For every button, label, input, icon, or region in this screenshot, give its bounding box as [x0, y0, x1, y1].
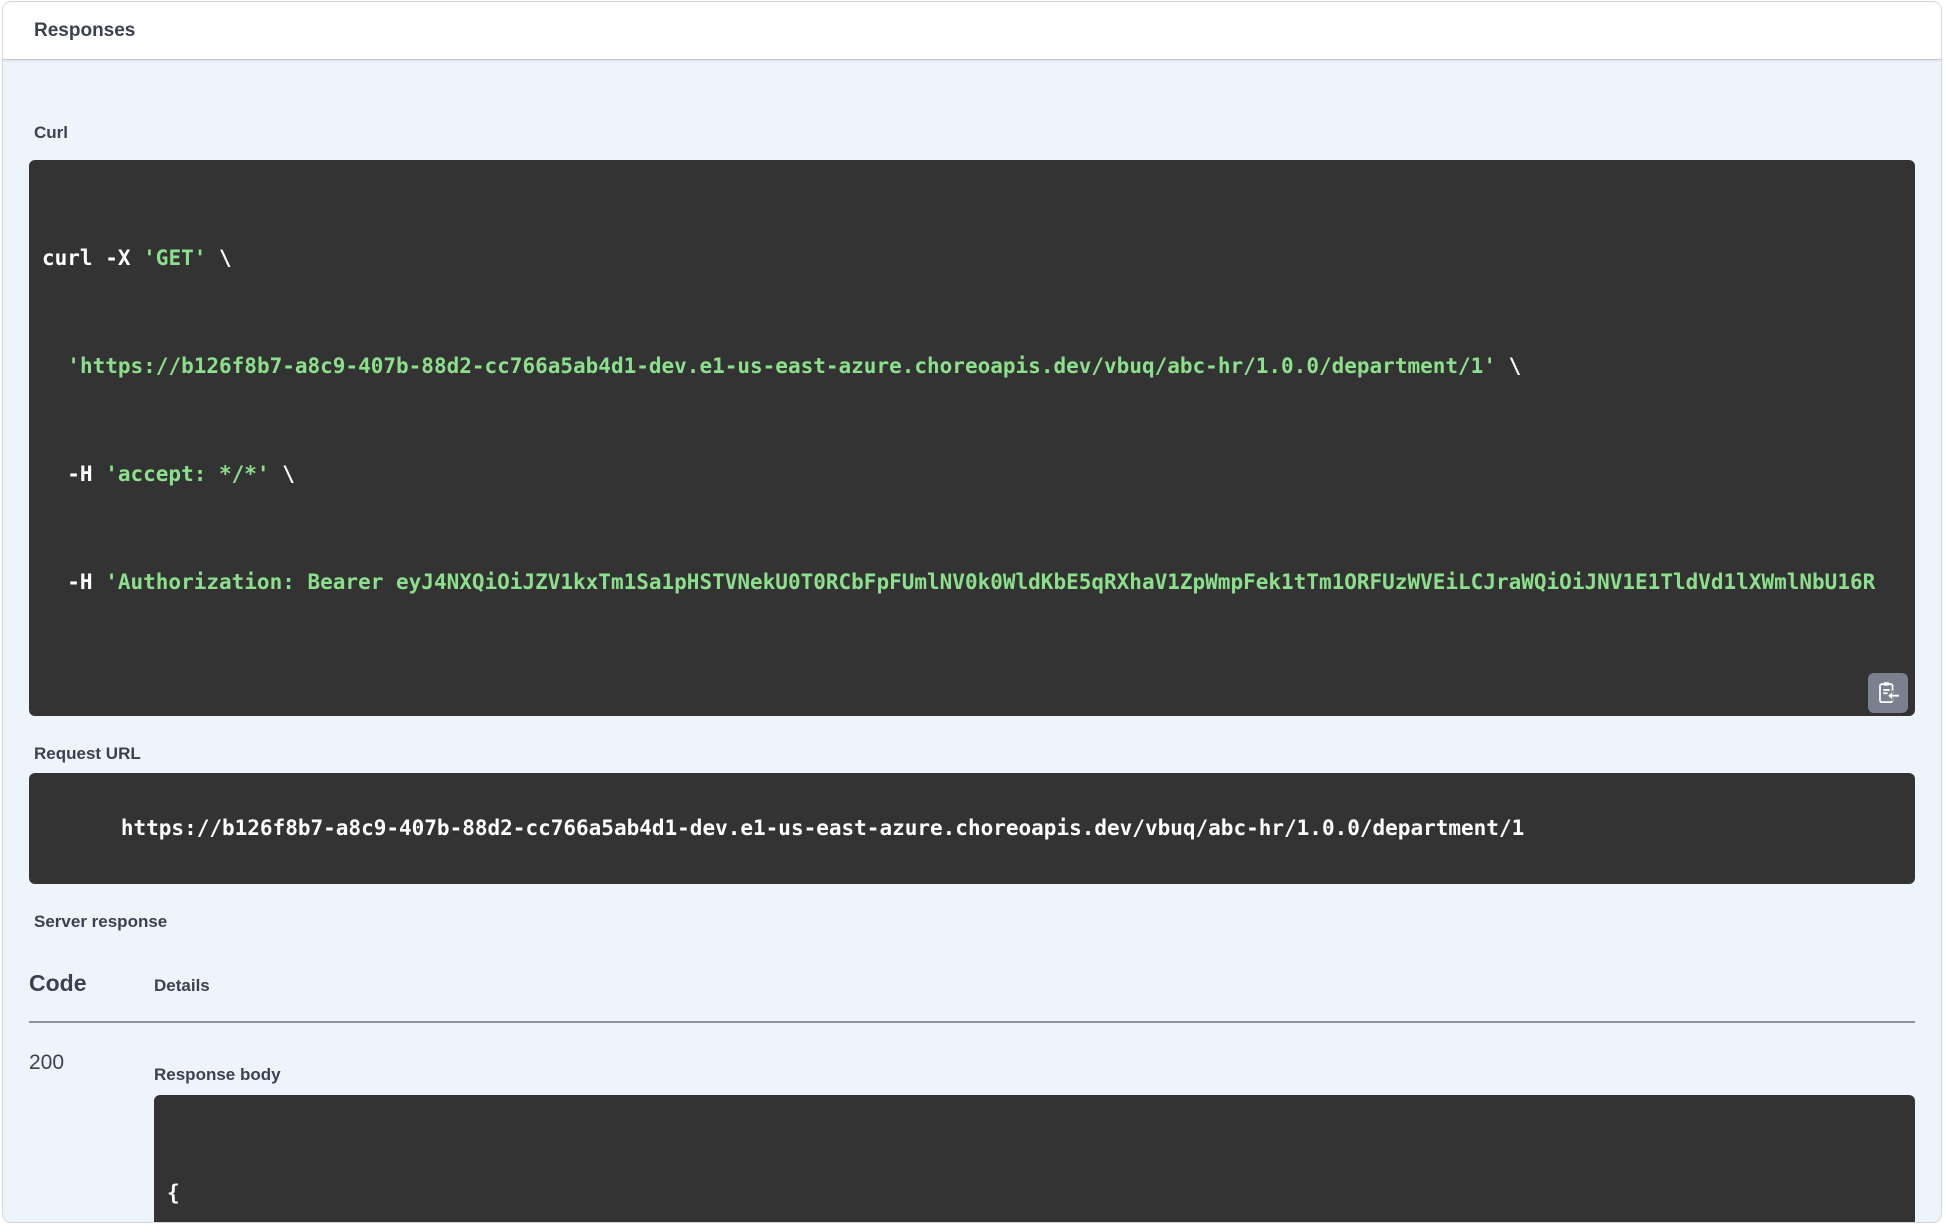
curl-line: 'https://b126f8b7-a8c9-407b-88d2-cc766a5… — [42, 348, 1902, 384]
curl-line: -H 'accept: */*' \ — [42, 456, 1902, 492]
responses-section-header: Responses — [3, 2, 1941, 60]
curl-text: curl -X — [42, 246, 143, 270]
server-response-label: Server response — [34, 911, 1915, 932]
curl-url-string: 'https://b126f8b7-a8c9-407b-88d2-cc766a5… — [67, 354, 1496, 378]
responses-panel: Responses Curl curl -X 'GET' \ 'https://… — [2, 1, 1942, 1223]
curl-label: Curl — [34, 122, 1915, 143]
status-code: 200 — [29, 1050, 154, 1223]
panel-title: Responses — [34, 20, 135, 42]
curl-auth-string: 'Authorization: Bearer eyJ4NXQiOiJZV1kxT… — [105, 570, 1875, 594]
response-body-block: { "id": "1", "name": "Finance" } — [154, 1095, 1915, 1223]
request-url-label: Request URL — [34, 743, 1915, 764]
server-response-table-header: Code Details — [29, 970, 1915, 997]
responses-section-body: Curl curl -X 'GET' \ 'https://b126f8b7-a… — [3, 122, 1941, 1223]
details-column-header: Details — [154, 975, 1915, 997]
curl-text: \ — [1496, 354, 1521, 378]
server-response-details: Response body { "id": "1", "name": "Fina… — [154, 1050, 1915, 1223]
code-column-header: Code — [29, 970, 154, 997]
curl-text: -H — [42, 462, 105, 486]
json-text: { — [167, 1181, 180, 1205]
request-url-block: https://b126f8b7-a8c9-407b-88d2-cc766a5a… — [29, 773, 1915, 884]
server-response-row: 200 Response body { "id": "1", "name": "… — [29, 1023, 1915, 1223]
curl-line: -H 'Authorization: Bearer eyJ4NXQiOiJZV1… — [42, 564, 1902, 600]
copy-curl-button[interactable] — [1868, 673, 1908, 713]
curl-text — [42, 354, 67, 378]
curl-string: 'accept: */*' — [105, 462, 269, 486]
curl-text: -H — [42, 570, 105, 594]
curl-text: \ — [270, 462, 295, 486]
response-body-label: Response body — [154, 1064, 1915, 1085]
copy-icon — [1875, 680, 1901, 706]
request-url-value: https://b126f8b7-a8c9-407b-88d2-cc766a5a… — [121, 816, 1524, 840]
curl-line: curl -X 'GET' \ — [42, 240, 1902, 276]
curl-string: 'GET' — [143, 246, 206, 270]
json-line: { — [167, 1175, 1902, 1211]
curl-text: \ — [206, 246, 231, 270]
curl-command-block[interactable]: curl -X 'GET' \ 'https://b126f8b7-a8c9-4… — [29, 160, 1915, 716]
